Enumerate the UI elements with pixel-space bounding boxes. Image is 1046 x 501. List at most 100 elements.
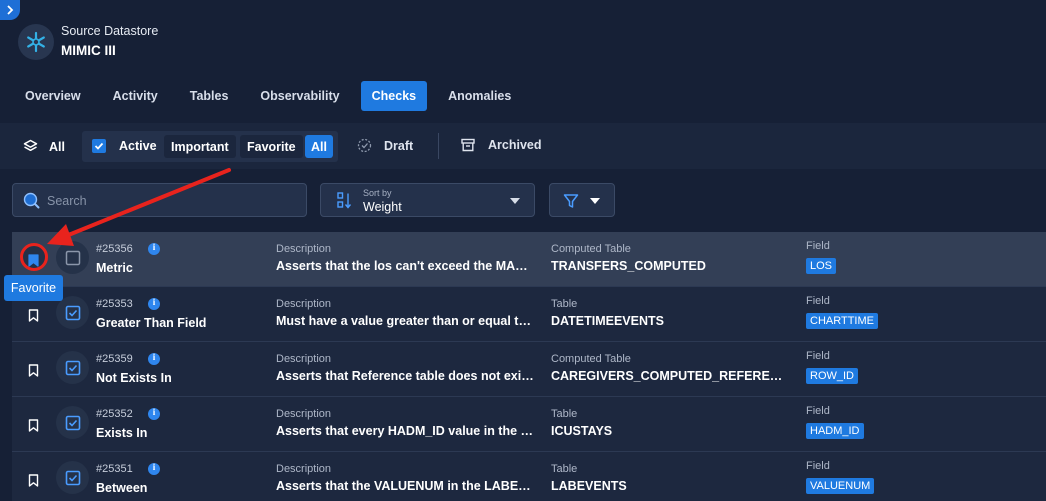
favorite-toggle[interactable] <box>26 472 40 488</box>
tab-observability[interactable]: Observability <box>249 81 350 111</box>
filter-important-button[interactable]: Important <box>164 135 236 158</box>
checkmark-icon <box>94 142 104 150</box>
sort-select[interactable]: Sort by Weight <box>320 183 535 217</box>
info-icon[interactable] <box>148 242 160 255</box>
table-value[interactable]: LABEVENTS <box>551 479 791 493</box>
chevron-right-icon <box>7 5 14 15</box>
search-input[interactable] <box>47 191 297 211</box>
datastore-logo <box>18 24 54 60</box>
check-id: #25351 <box>96 463 133 475</box>
checks-list: #25356 Metric Description Asserts that t… <box>12 232 1046 501</box>
description-label: Description <box>276 243 332 255</box>
table-type-label: Computed Table <box>551 353 631 365</box>
table-value[interactable]: DATETIMEEVENTS <box>551 314 791 328</box>
bookmark-outline-icon <box>28 363 38 377</box>
filter-all-label: All <box>49 139 65 154</box>
filter-all[interactable]: All <box>23 139 65 154</box>
table-type-label: Table <box>551 298 578 310</box>
description-value: Asserts that every HADM_ID value in the … <box>276 424 534 438</box>
check-id: #25352 <box>96 408 133 420</box>
expand-sidebar-button[interactable] <box>0 0 20 20</box>
favorite-toggle[interactable] <box>26 417 40 433</box>
field-label: Field <box>806 240 830 252</box>
bookmark-outline-icon <box>28 308 38 322</box>
chevron-down-icon <box>510 198 520 204</box>
info-icon[interactable] <box>148 297 160 310</box>
tab-tables[interactable]: Tables <box>179 81 240 111</box>
description-label: Description <box>276 353 332 365</box>
search-box <box>12 183 307 217</box>
check-status-indicator[interactable] <box>56 296 89 329</box>
filter-divider <box>438 133 439 159</box>
bookmark-outline-icon <box>28 473 38 487</box>
filter-draft-label: Draft <box>384 138 414 153</box>
table-type-label: Table <box>551 408 578 420</box>
check-row[interactable]: #25351 Between Description Asserts that … <box>12 452 1046 501</box>
sort-by-value: Weight <box>363 200 402 214</box>
check-id: #25353 <box>96 298 133 310</box>
favorite-toggle[interactable] <box>26 252 40 268</box>
description-label: Description <box>276 463 332 475</box>
sort-icon <box>337 192 352 209</box>
datastore-tabs: Overview Activity Tables Observability C… <box>14 81 532 111</box>
check-row[interactable]: #25352 Exists In Description Asserts tha… <box>12 397 1046 452</box>
info-icon[interactable] <box>148 352 160 365</box>
check-type: Greater Than Field <box>96 316 207 330</box>
table-value[interactable]: CAREGIVERS_COMPUTED_REFERENCE <box>551 369 791 383</box>
field-badge[interactable]: VALUENUM <box>806 478 875 494</box>
check-id: #25356 <box>96 243 133 255</box>
table-value[interactable]: ICUSTAYS <box>551 424 791 438</box>
field-label: Field <box>806 295 830 307</box>
favorite-toggle[interactable] <box>26 362 40 378</box>
check-status-indicator[interactable] <box>56 351 89 384</box>
table-value[interactable]: TRANSFERS_COMPUTED <box>551 259 791 273</box>
favorite-toggle[interactable] <box>26 307 40 323</box>
check-status-filter-bar: All Active Important Favorite All Draft … <box>0 123 1046 169</box>
checkbox-checked-icon <box>65 470 80 485</box>
info-icon[interactable] <box>148 462 160 475</box>
field-label: Field <box>806 350 830 362</box>
archive-icon <box>461 138 475 152</box>
chevron-down-icon <box>590 198 600 204</box>
active-checkbox[interactable] <box>92 139 106 153</box>
favorite-tooltip: Favorite <box>4 275 63 301</box>
search-icon <box>23 192 40 209</box>
field-label: Field <box>806 405 830 417</box>
description-value: Asserts that the VALUENUM in the LABEVEN… <box>276 479 534 493</box>
check-type: Not Exists In <box>96 371 172 385</box>
filter-draft[interactable]: Draft <box>357 138 413 153</box>
tab-anomalies[interactable]: Anomalies <box>437 81 522 111</box>
field-badge[interactable]: ROW_ID <box>806 368 858 384</box>
table-type-label: Computed Table <box>551 243 631 255</box>
draft-icon <box>357 138 372 153</box>
check-id: #25359 <box>96 353 133 365</box>
description-label: Description <box>276 298 332 310</box>
check-status-indicator[interactable] <box>56 241 89 274</box>
tab-activity[interactable]: Activity <box>102 81 169 111</box>
tab-overview[interactable]: Overview <box>14 81 92 111</box>
info-icon[interactable] <box>148 407 160 420</box>
filter-all-active-button[interactable]: All <box>305 135 333 158</box>
check-status-indicator[interactable] <box>56 461 89 494</box>
tab-checks[interactable]: Checks <box>360 81 428 111</box>
check-status-indicator[interactable] <box>56 406 89 439</box>
field-badge[interactable]: HADM_ID <box>806 423 864 439</box>
checkbox-checked-icon <box>65 415 80 430</box>
field-badge[interactable]: CHARTTIME <box>806 313 878 329</box>
advanced-filter-button[interactable] <box>549 183 615 217</box>
description-value: Asserts that Reference table does not ex… <box>276 369 534 383</box>
filter-active-label[interactable]: Active <box>119 139 157 153</box>
check-type: Between <box>96 481 148 495</box>
check-row[interactable]: #25353 Greater Than Field Description Mu… <box>12 287 1046 342</box>
checkbox-checked-icon <box>65 305 80 320</box>
filter-icon <box>563 194 579 208</box>
check-row[interactable]: #25356 Metric Description Asserts that t… <box>12 232 1046 287</box>
bookmark-filled-icon <box>27 253 39 267</box>
filter-archived[interactable]: Archived <box>461 138 542 152</box>
filter-favorite-button[interactable]: Favorite <box>240 135 303 158</box>
checkbox-empty-icon <box>65 250 80 265</box>
check-row[interactable]: #25359 Not Exists In Description Asserts… <box>12 342 1046 397</box>
table-type-label: Table <box>551 463 578 475</box>
check-type: Exists In <box>96 426 148 440</box>
field-badge[interactable]: LOS <box>806 258 837 274</box>
